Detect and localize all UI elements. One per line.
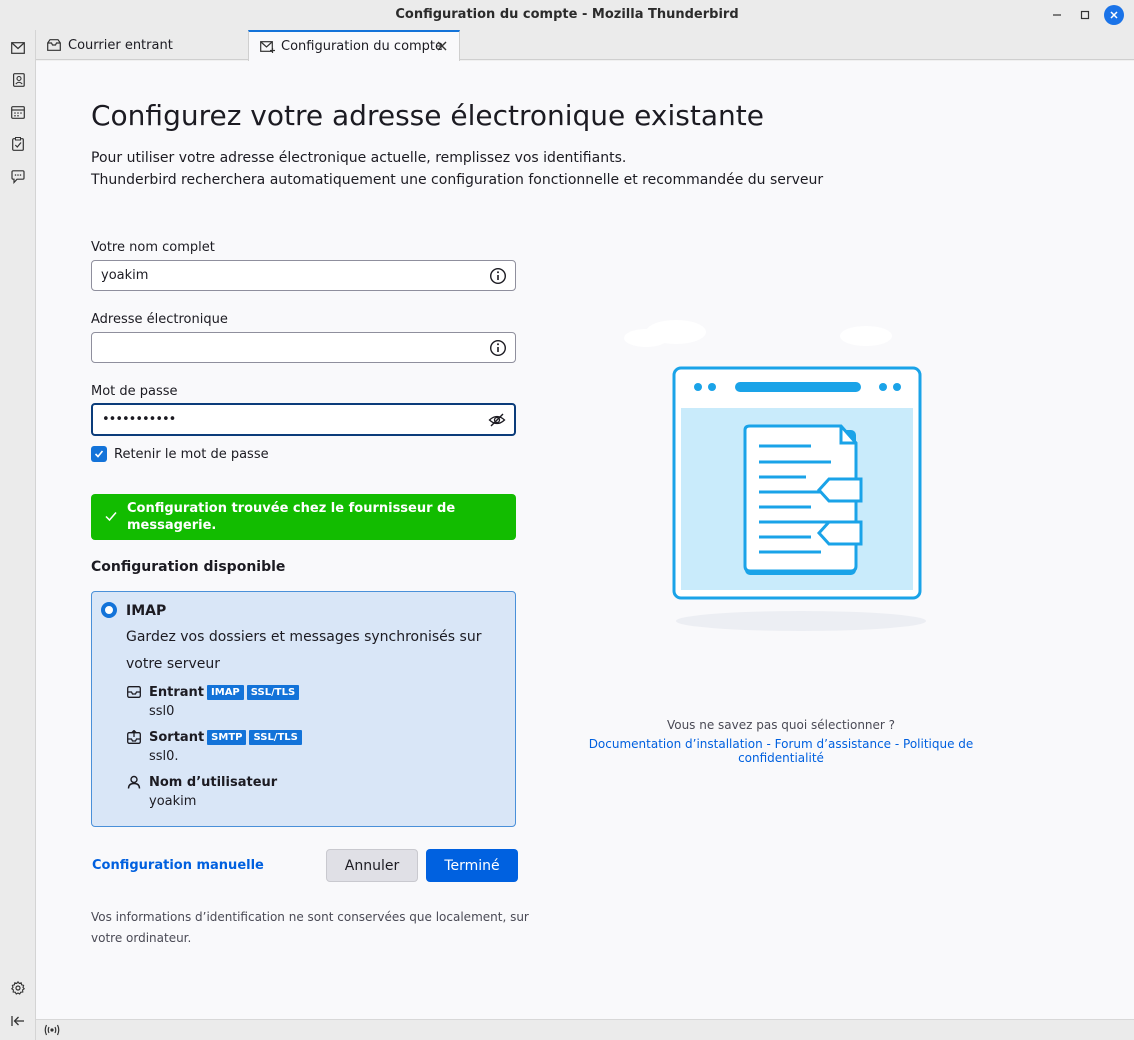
collapse-spaces-button[interactable] <box>8 1011 28 1031</box>
page-title: Configurez votre adresse électronique ex… <box>91 99 764 132</box>
user-icon <box>126 774 142 790</box>
settings-button[interactable] <box>8 978 28 998</box>
username-label: Nom d’utilisateur <box>149 774 278 790</box>
name-label: Votre nom complet <box>91 240 215 255</box>
close-icon <box>437 41 447 51</box>
email-field[interactable] <box>91 332 516 363</box>
manual-config-link[interactable]: Configuration manuelle <box>92 858 264 873</box>
protocol-description: Gardez vos dossiers et messages synchron… <box>126 629 482 672</box>
installation-docs-link[interactable]: Documentation d’installation <box>589 737 763 751</box>
gear-icon <box>11 981 25 995</box>
collapse-left-icon <box>11 1016 24 1026</box>
name-field[interactable]: yoakim <box>91 260 516 291</box>
chat-icon <box>11 170 25 184</box>
password-field[interactable]: ••••••••••• <box>91 403 516 436</box>
password-value: ••••••••••• <box>102 412 176 427</box>
subtitle-line-1: Pour utiliser votre adresse électronique… <box>91 150 627 166</box>
page-subtitle: Pour utiliser votre adresse électronique… <box>91 147 823 191</box>
config-found-text: Configuration trouvée chez le fournisseu… <box>127 501 456 533</box>
tab-account-setup[interactable]: Configuration du compte <box>248 30 460 61</box>
document-illustration <box>624 320 926 631</box>
address-book-space-button[interactable] <box>8 70 28 90</box>
tasks-space-button[interactable] <box>8 134 28 154</box>
tasks-icon <box>12 137 24 151</box>
minimize-icon <box>1053 14 1061 16</box>
tab-account-setup-label: Configuration du compte <box>281 39 444 54</box>
username-row: Nom d’utilisateur <box>126 774 277 790</box>
password-label: Mot de passe <box>91 384 178 399</box>
outgoing-security-badge: SSL/TLS <box>249 729 302 745</box>
privacy-note: Vos informations d’identification ne son… <box>91 910 529 945</box>
mail-icon <box>11 42 25 54</box>
cancel-button[interactable]: Annuler <box>326 849 418 882</box>
tab-inbox[interactable]: Courrier entrant <box>36 30 248 60</box>
help-links: Documentation d’installation - Forum d’a… <box>556 737 1006 765</box>
support-forum-link[interactable]: Forum d’assistance <box>775 737 891 751</box>
eye-hidden-icon[interactable] <box>488 411 506 429</box>
help-section: Vous ne savez pas quoi sélectionner ? Do… <box>556 718 1006 765</box>
account-setup-page: Configurez votre adresse électronique ex… <box>36 61 1134 1019</box>
close-window-button[interactable] <box>1104 5 1124 25</box>
name-value: yoakim <box>101 268 149 283</box>
info-icon[interactable] <box>489 267 507 285</box>
username-value: yoakim <box>149 794 197 809</box>
calendar-space-button[interactable] <box>8 102 28 122</box>
calendar-icon <box>11 106 25 119</box>
mail-space-button[interactable] <box>8 38 28 58</box>
tab-inbox-label: Courrier entrant <box>68 37 173 53</box>
remember-password-label: Retenir le mot de passe <box>114 446 269 462</box>
incoming-icon <box>126 684 142 700</box>
outgoing-server-value: ssl0. <box>149 749 179 764</box>
maximize-button[interactable] <box>1075 5 1095 25</box>
mail-setup-icon <box>259 39 275 55</box>
help-question: Vous ne savez pas quoi sélectionner ? <box>666 718 896 732</box>
inbox-icon <box>46 37 62 53</box>
minimize-button[interactable] <box>1047 5 1067 25</box>
incoming-label: Entrant <box>149 684 205 700</box>
maximize-icon <box>1080 10 1090 20</box>
address-book-icon <box>12 73 25 87</box>
config-found-notice: Configuration trouvée chez le fournisseu… <box>91 494 516 540</box>
email-label: Adresse électronique <box>91 312 228 327</box>
outgoing-server-row: Sortant SMTP SSL/TLS <box>126 729 302 745</box>
remember-password-row[interactable]: Retenir le mot de passe <box>91 446 269 462</box>
close-tab-button[interactable] <box>435 39 449 53</box>
spaces-toolbar <box>0 30 36 1040</box>
available-config-title: Configuration disponible <box>91 559 286 575</box>
info-icon[interactable] <box>489 339 507 357</box>
outgoing-icon <box>126 729 142 745</box>
outgoing-label: Sortant <box>149 729 205 745</box>
incoming-server-row: Entrant IMAP SSL/TLS <box>126 684 300 700</box>
imap-radio[interactable] <box>101 602 117 618</box>
subtitle-line-2: Thunderbird recherchera automatiquement … <box>91 172 824 188</box>
tab-bar: Courrier entrant Configuration du compte <box>36 30 1134 61</box>
chat-space-button[interactable] <box>8 167 28 187</box>
title-bar: Configuration du compte - Mozilla Thunde… <box>0 0 1134 30</box>
status-bar <box>36 1019 1134 1040</box>
done-button[interactable]: Terminé <box>426 849 518 882</box>
check-icon <box>94 450 104 458</box>
link-separator: - <box>762 737 775 751</box>
check-icon <box>105 512 117 522</box>
outgoing-protocol-badge: SMTP <box>207 729 247 745</box>
remember-password-checkbox[interactable] <box>91 446 107 462</box>
close-icon <box>1110 11 1118 19</box>
incoming-security-badge: SSL/TLS <box>246 684 300 700</box>
imap-option-card[interactable]: IMAP Gardez vos dossiers et messages syn… <box>91 591 516 827</box>
incoming-server-value: ssl0 <box>149 704 175 719</box>
link-separator: - <box>891 737 904 751</box>
window-title: Configuration du compte - Mozilla Thunde… <box>395 7 739 22</box>
incoming-protocol-badge: IMAP <box>207 684 244 700</box>
protocol-title: IMAP <box>126 603 167 619</box>
online-status-icon[interactable] <box>44 1023 60 1037</box>
